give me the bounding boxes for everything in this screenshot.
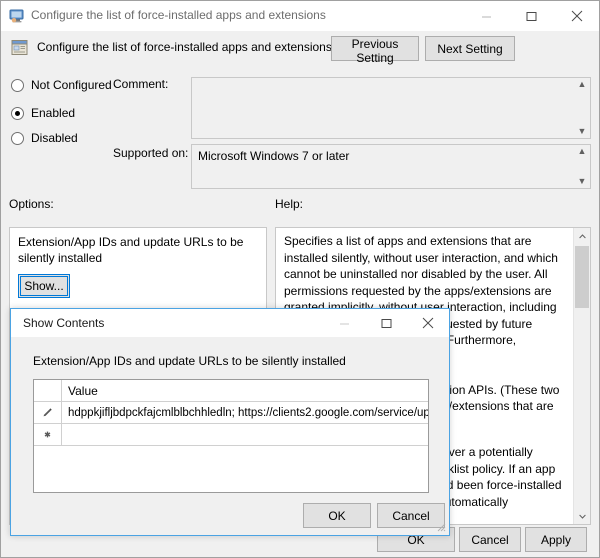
radio-enabled[interactable]: Enabled	[11, 105, 75, 121]
comment-scrollbar[interactable]: ▲ ▼	[574, 78, 590, 138]
chevron-up-icon[interactable]	[574, 228, 590, 244]
show-contents-dialog: Show Contents Extension/App IDs and upda…	[10, 308, 450, 536]
previous-setting-button[interactable]: Previous Setting	[331, 36, 419, 61]
show-button[interactable]: Show...	[18, 274, 70, 298]
supported-on-scrollbar[interactable]: ▲ ▼	[574, 145, 590, 188]
radio-label-enabled: Enabled	[31, 106, 75, 120]
setting-title: Configure the list of force-installed ap…	[37, 40, 332, 54]
window-titlebar: Configure the list of force-installed ap…	[1, 1, 599, 31]
grid-header-row: Value	[34, 380, 428, 402]
grid-corner-cell[interactable]	[34, 380, 62, 401]
help-label: Help:	[275, 197, 303, 211]
modal-title: Show Contents	[23, 316, 104, 330]
setting-header: Configure the list of force-installed ap…	[1, 31, 599, 69]
modal-caption-buttons	[323, 309, 449, 337]
chevron-up-icon[interactable]: ▲	[578, 147, 587, 156]
radio-not-configured[interactable]: Not Configured	[11, 77, 112, 93]
resize-grip[interactable]	[435, 521, 447, 533]
extension-id-value: hdppkjifljbdpckfajcmlblbchhledln; https:…	[68, 407, 428, 419]
chevron-down-icon[interactable]	[574, 508, 590, 524]
close-icon[interactable]	[407, 309, 449, 337]
minimize-icon[interactable]	[464, 1, 509, 31]
chevron-down-icon[interactable]: ▼	[578, 127, 587, 136]
close-icon[interactable]	[554, 1, 599, 31]
grid-cell-value[interactable]: hdppkjifljbdpckfajcmlblbchhledln; https:…	[62, 402, 428, 423]
grid-column-header-value[interactable]: Value	[62, 380, 428, 401]
new-row-asterisk-icon	[34, 424, 62, 445]
supported-on-label: Supported on:	[113, 146, 188, 160]
cancel-button[interactable]: Cancel	[459, 527, 521, 552]
help-scrollbar-thumb[interactable]	[575, 246, 589, 308]
supported-on-textarea[interactable]: Microsoft Windows 7 or later ▲ ▼	[191, 144, 591, 189]
radio-mark-not-configured	[11, 79, 24, 92]
help-scrollbar[interactable]	[573, 228, 590, 524]
options-label: Options:	[9, 197, 54, 211]
chevron-down-icon[interactable]: ▼	[578, 177, 587, 186]
table-row[interactable]: hdppkjifljbdpckfajcmlblbchhledln; https:…	[34, 402, 428, 424]
modal-ok-button[interactable]: OK	[303, 503, 371, 528]
modal-titlebar: Show Contents	[11, 309, 449, 337]
table-row[interactable]	[34, 424, 428, 446]
grid-cell-value-empty[interactable]	[62, 424, 428, 445]
radio-disabled[interactable]: Disabled	[11, 130, 78, 146]
pencil-edit-icon	[34, 402, 62, 423]
comment-label: Comment:	[113, 77, 168, 91]
window-caption-buttons	[464, 1, 599, 31]
maximize-icon[interactable]	[509, 1, 554, 31]
computer-monitor-icon	[9, 8, 25, 24]
minimize-icon[interactable]	[323, 309, 365, 337]
modal-subtitle: Extension/App IDs and update URLs to be …	[33, 354, 346, 368]
comment-textarea[interactable]: ▲ ▼	[191, 77, 591, 139]
window-title: Configure the list of force-installed ap…	[31, 8, 326, 22]
chevron-up-icon[interactable]: ▲	[578, 80, 587, 89]
options-description: Extension/App IDs and update URLs to be …	[18, 234, 250, 266]
values-grid[interactable]: Value hdppkjifljbdpckfajcmlblbchhledln; …	[33, 379, 429, 493]
radio-mark-enabled	[11, 107, 24, 120]
radio-mark-disabled	[11, 132, 24, 145]
supported-on-value: Microsoft Windows 7 or later	[198, 149, 570, 163]
group-policy-setting-window: Configure the list of force-installed ap…	[0, 0, 600, 558]
radio-label-not-configured: Not Configured	[31, 78, 112, 92]
next-setting-button[interactable]: Next Setting	[425, 36, 515, 61]
apply-button[interactable]: Apply	[525, 527, 587, 552]
policy-setting-icon	[11, 39, 29, 57]
maximize-icon[interactable]	[365, 309, 407, 337]
radio-label-disabled: Disabled	[31, 131, 78, 145]
